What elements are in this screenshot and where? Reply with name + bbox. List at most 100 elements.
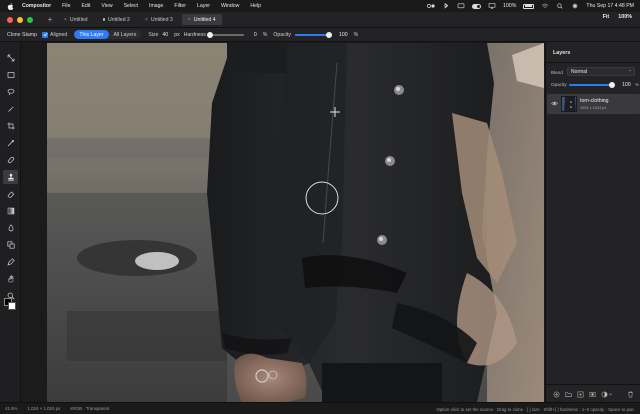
- magic-wand-icon[interactable]: [3, 102, 18, 116]
- this-layer-button[interactable]: This Layer: [74, 30, 109, 39]
- move-icon[interactable]: [3, 51, 18, 65]
- panel-divider: [546, 62, 640, 63]
- tab-label: Untitled 4: [193, 16, 216, 23]
- layer-opacity-slider[interactable]: [569, 82, 615, 88]
- battery-percent: 100%: [503, 3, 517, 9]
- menubar-clock[interactable]: Thu Sep 17 4:48 PM: [586, 3, 634, 9]
- lasso-icon[interactable]: [3, 85, 18, 99]
- size-label: Size: [148, 31, 159, 38]
- minimize-window-button[interactable]: [17, 16, 23, 23]
- opacity-value-field[interactable]: 100: [339, 32, 348, 38]
- status-hint: Option-click to set the source · Drag to…: [436, 406, 634, 412]
- blend-mode-select[interactable]: Normal ⌃: [567, 67, 635, 76]
- status-zoom[interactable]: 41.5%: [5, 406, 17, 411]
- layer-opacity-value[interactable]: 100: [622, 82, 631, 88]
- size-unit: px: [174, 31, 180, 38]
- status-dimensions: 1,024 × 1,024 px: [27, 406, 61, 411]
- close-window-button[interactable]: [7, 16, 13, 23]
- layer-opacity-knob[interactable]: [609, 82, 615, 88]
- focus-toggle-icon[interactable]: [472, 3, 482, 9]
- opacity-label: Opacity: [273, 31, 291, 38]
- window-controls: [7, 16, 33, 23]
- siri-icon[interactable]: [571, 3, 579, 9]
- layers-panel: Layers Blend Normal ⌃ Opacity 100 % torn…: [545, 42, 640, 402]
- tab-label: Untitled: [69, 16, 88, 23]
- opacity-slider-knob[interactable]: [325, 31, 332, 38]
- eraser-icon[interactable]: [3, 187, 18, 201]
- all-layers-button[interactable]: All Layers: [109, 30, 142, 39]
- close-tab-icon[interactable]: ×: [145, 17, 148, 23]
- menu-select[interactable]: Select: [124, 3, 138, 9]
- spotlight-search-icon[interactable]: [556, 3, 564, 9]
- menu-layer[interactable]: Layer: [197, 3, 210, 9]
- size-value-field[interactable]: 40: [162, 32, 168, 38]
- marquee-icon[interactable]: [3, 68, 18, 82]
- add-adjustment-icon[interactable]: [553, 391, 560, 398]
- layer-opacity-row: Opacity 100 %: [551, 81, 640, 89]
- background-color-swatch[interactable]: [8, 302, 16, 310]
- hardness-unit: %: [262, 31, 268, 38]
- new-layer-icon[interactable]: [577, 391, 584, 398]
- tab-untitled-3[interactable]: × Untitled 3: [139, 14, 179, 25]
- shape-icon[interactable]: [3, 238, 18, 252]
- canvas-photo: [47, 43, 544, 402]
- layer-row[interactable]: torn-clothing 1024 × 1024 px: [547, 94, 640, 114]
- layer-effects-icon[interactable]: [601, 391, 608, 398]
- pen-icon[interactable]: [3, 255, 18, 269]
- active-tool-name: Clone Stamp: [7, 31, 37, 38]
- bluetooth-icon[interactable]: [442, 3, 450, 9]
- layer-name: torn-clothing: [580, 98, 609, 104]
- chevron-down-icon[interactable]: [608, 391, 613, 398]
- apple-icon[interactable]: [6, 2, 14, 10]
- crop-icon[interactable]: [3, 119, 18, 133]
- new-tab-plus-icon[interactable]: +: [45, 15, 55, 25]
- clone-stamp-icon[interactable]: [3, 170, 18, 184]
- airplay-icon[interactable]: [488, 3, 496, 9]
- layer-mask-icon[interactable]: [589, 391, 596, 398]
- menu-window[interactable]: Window: [221, 3, 239, 9]
- maximize-window-button[interactable]: [27, 16, 33, 23]
- wifi-icon[interactable]: [541, 3, 549, 9]
- gradient-icon[interactable]: [3, 204, 18, 218]
- new-group-folder-icon[interactable]: [565, 391, 572, 398]
- menu-image[interactable]: Image: [149, 3, 163, 9]
- healing-icon[interactable]: [3, 153, 18, 167]
- unsaved-dot-icon: [102, 18, 106, 21]
- layer-opacity-unit: %: [635, 82, 640, 87]
- tab-untitled-4[interactable]: × Untitled 4: [181, 14, 222, 25]
- opacity-slider[interactable]: [294, 31, 332, 38]
- blend-label: Blend: [551, 70, 563, 75]
- control-center-icon[interactable]: [427, 3, 435, 9]
- app-name-menu[interactable]: Compositor: [22, 3, 51, 9]
- hardness-slider[interactable]: [206, 31, 244, 38]
- tab-untitled[interactable]: × Untitled: [58, 14, 94, 25]
- tab-label: Untitled 3: [150, 16, 173, 23]
- zoom-level[interactable]: 100%: [618, 14, 632, 20]
- document-tab-bar: + × Untitled Untitled 2 × Untitled 3 × U…: [0, 12, 640, 28]
- close-tab-icon[interactable]: ×: [64, 17, 67, 23]
- hardness-value-field[interactable]: 0: [254, 32, 257, 38]
- menu-help[interactable]: Help: [250, 3, 261, 9]
- eyedropper-icon[interactable]: [3, 136, 18, 150]
- menu-filter[interactable]: Filter: [174, 3, 186, 9]
- visibility-eye-icon[interactable]: [551, 100, 558, 107]
- hardness-slider-knob[interactable]: [206, 31, 213, 38]
- layer-opacity-label: Opacity: [551, 82, 567, 87]
- burn-icon[interactable]: [3, 221, 18, 235]
- tab-untitled-2[interactable]: Untitled 2: [97, 14, 136, 25]
- layers-panel-title: Layers: [553, 50, 571, 56]
- layer-size: 1024 × 1024 px: [580, 105, 607, 110]
- display-icon[interactable]: [457, 3, 465, 9]
- fit-button[interactable]: Fit: [603, 14, 610, 20]
- tool-palette: [0, 42, 21, 402]
- battery-icon[interactable]: [523, 3, 535, 9]
- close-tab-icon[interactable]: ×: [188, 17, 191, 23]
- image-canvas[interactable]: [47, 43, 544, 402]
- aligned-checkbox[interactable]: [42, 31, 48, 38]
- menu-file[interactable]: File: [62, 3, 70, 9]
- delete-layer-trash-icon[interactable]: [627, 391, 634, 398]
- status-bar: 41.5% 1,024 × 1,024 px sRGB · Transparen…: [0, 402, 640, 414]
- menu-view[interactable]: View: [101, 3, 112, 9]
- menu-edit[interactable]: Edit: [81, 3, 90, 9]
- hand-icon[interactable]: [3, 272, 18, 286]
